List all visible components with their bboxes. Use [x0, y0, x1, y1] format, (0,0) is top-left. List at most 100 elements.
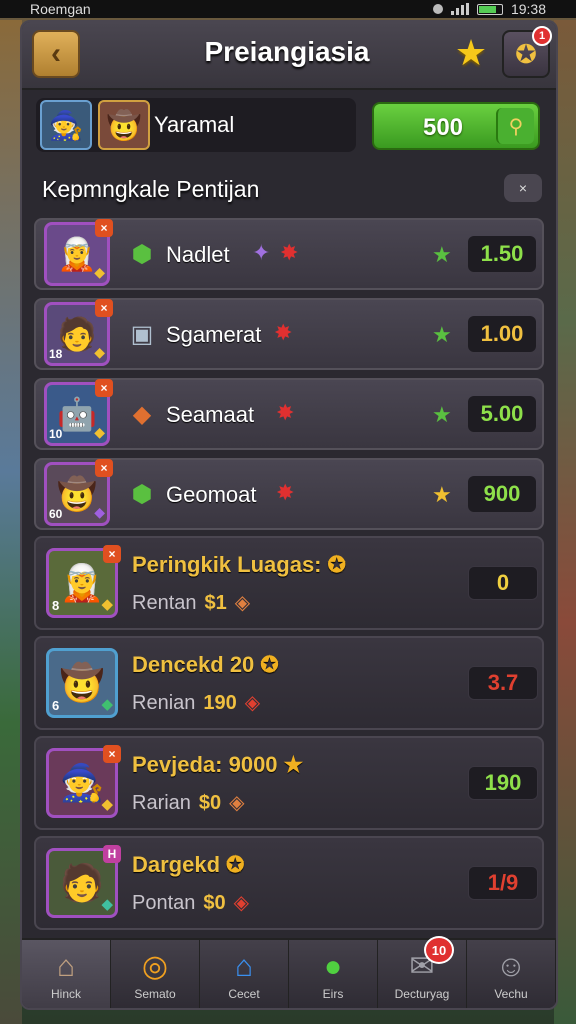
hero-portrait: 🧝 × 8 ◆ [46, 545, 121, 618]
ranking-row[interactable]: 🧝 × ◆ ⬢ Nadlet ✦ ✸ ★ 1.50 [34, 218, 544, 290]
red-gem-icon: ◈ [244, 692, 261, 714]
cube-icon: ▣ [130, 321, 154, 348]
card-subtitle: Rentan $1 ◈ [132, 590, 250, 615]
row-value: 1.50 [468, 236, 536, 272]
gem-icon: ◆ [101, 696, 113, 713]
ranking-row[interactable]: 🤠 × 60 ◆ ⬢ Geomoat ✸ ★ 900 [34, 458, 544, 530]
coin-count: 500 [422, 114, 464, 141]
medal-icon: ✪ [515, 38, 537, 69]
row-value: 1.00 [468, 316, 536, 352]
star-icon[interactable]: ★ [450, 32, 492, 74]
hero-level: 8 [52, 598, 60, 613]
back-button[interactable]: ‹ [32, 30, 80, 78]
nav-item-home[interactable]: ⌂ Hinck [22, 940, 111, 1008]
chest-icon: ◈ [229, 792, 245, 814]
swirl-icon: ◎ [141, 950, 169, 983]
tag-icon: × [95, 299, 113, 317]
nav-item-eirs[interactable]: ● Eirs [289, 940, 378, 1008]
card-sub-value: $0 [203, 892, 226, 914]
purple-star-icon: ✦ [252, 240, 271, 265]
card-value: 0 [468, 566, 538, 600]
tag-icon: H [103, 845, 121, 863]
card-value: 3.7 [468, 666, 538, 700]
main-panel: ‹ Preiangiasia ★ ✪ 1 🧙 🤠 Yaramal 500 ⚲ K… [20, 20, 558, 1010]
back-arrow-icon: ‹ [51, 37, 61, 70]
card-sub-label: Rarian [132, 792, 191, 814]
green-star-icon: ★ [432, 322, 452, 347]
page-title: Preiangiasia [204, 36, 370, 67]
card-title-text: Pevjeda: 9000 [132, 752, 278, 777]
gem-icon: ◆ [94, 504, 105, 520]
nav-notification-badge: 10 [424, 936, 454, 964]
nav-label: Semato [134, 987, 176, 1001]
gem-icon: ◆ [101, 796, 113, 813]
orb-icon: ● [323, 950, 343, 983]
section-title: Kepmngkale Pentijan [42, 176, 260, 202]
close-button[interactable]: × [504, 174, 542, 202]
player-bar[interactable]: 🧙 🤠 Yaramal [36, 98, 356, 152]
row-name: Geomoat [166, 482, 257, 507]
star-badge-icon: ✪ [327, 552, 346, 577]
background-left [0, 20, 22, 1024]
coin-button[interactable]: 500 ⚲ [372, 102, 540, 150]
reward-card[interactable]: 🧑 H ◆ Dargekd ✪ Pontan $0 ◈ 1/9 [34, 836, 544, 930]
card-title: Peringkik Luagas: ✪ [132, 552, 346, 578]
card-value-text: 190 [484, 770, 522, 795]
avatar[interactable]: 🧙 [40, 100, 92, 150]
hero-portrait: 🤖 × 10 ◆ [44, 379, 113, 446]
gem-icon: ◆ [94, 424, 105, 440]
card-title-text: Peringkik Luagas: [132, 552, 322, 577]
card-title: Pevjeda: 9000 ★ [132, 752, 303, 778]
ranking-row[interactable]: 🧑 × 18 ◆ ▣ Sgamerat ✸ ★ 1.00 [34, 298, 544, 370]
gem-icon: ◆ [94, 264, 105, 280]
hero-portrait: 🧙 × ◆ [46, 745, 121, 818]
nav-label: Decturyag [394, 987, 450, 1001]
red-gem-icon: ✸ [274, 320, 293, 345]
row-value-text: 1.50 [480, 241, 524, 266]
nav-label: Cecet [228, 987, 260, 1001]
nav-item-cecet[interactable]: ⌂ Cecet [200, 940, 289, 1008]
green-gem-icon: ⬢ [131, 241, 153, 268]
notification-badge: 1 [532, 26, 552, 46]
row-name: Nadlet [166, 242, 230, 267]
reward-card[interactable]: 🤠 6 ◆ Dencekd 20 ✪ Renian 190 ◈ 3.7 [34, 636, 544, 730]
reward-card[interactable]: 🧙 × ◆ Pevjeda: 9000 ★ Rarian $0 ◈ 190 [34, 736, 544, 830]
hero-level: 6 [52, 698, 60, 713]
hero-portrait: 🤠 6 ◆ [46, 648, 118, 718]
player-name: Yaramal [154, 112, 235, 137]
red-gem-icon: ✸ [276, 480, 295, 505]
card-sub-label: Renian [132, 692, 196, 714]
card-sub-label: Pontan [132, 892, 196, 914]
hero-portrait: 🤠 × 60 ◆ [44, 459, 113, 526]
gold-star-icon: ★ [432, 482, 452, 507]
nav-label: Vechu [494, 987, 528, 1001]
tag-icon: × [103, 745, 121, 763]
avatar-secondary[interactable]: 🤠 [98, 100, 150, 150]
card-subtitle: Pontan $0 ◈ [132, 890, 249, 915]
row-value-text: 5.00 [480, 401, 524, 426]
gem-icon: ◆ [94, 344, 105, 360]
card-sub-value: 190 [203, 692, 237, 714]
status-icons: 19:38 [432, 1, 546, 17]
status-time: 19:38 [510, 1, 546, 17]
card-subtitle: Renian 190 ◈ [132, 690, 260, 715]
hero-portrait: 🧑 × 18 ◆ [44, 299, 113, 366]
tag-icon: × [103, 545, 121, 563]
hero-level: 18 [49, 347, 63, 361]
nav-item-vechu[interactable]: ☺ Vechu [467, 940, 556, 1008]
red-gem-icon: ✸ [280, 240, 299, 265]
card-title: Dencekd 20 ✪ [132, 652, 279, 678]
green-gem-icon: ⬢ [131, 481, 153, 508]
orange-gem-icon: ◆ [132, 401, 152, 428]
reward-card[interactable]: 🧝 × 8 ◆ Peringkik Luagas: ✪ Rentan $1 ◈ 0 [34, 536, 544, 630]
hero-level: 60 [49, 507, 63, 521]
hero-portrait: 🧑 H ◆ [46, 845, 121, 918]
rewards-button[interactable]: ✪ 1 [502, 26, 552, 78]
nav-item-decturyag[interactable]: ✉ Decturyag 10 [378, 936, 467, 1008]
close-icon: × [518, 180, 528, 196]
hero-portrait: 🧝 × ◆ [44, 219, 113, 286]
nav-item-semato[interactable]: ◎ Semato [111, 940, 200, 1008]
ranking-row[interactable]: 🤖 × 10 ◆ ◆ Seamaat ✸ ★ 5.00 [34, 378, 544, 450]
star-badge-icon: ★ [283, 752, 304, 777]
nav-label: Eirs [322, 987, 344, 1001]
